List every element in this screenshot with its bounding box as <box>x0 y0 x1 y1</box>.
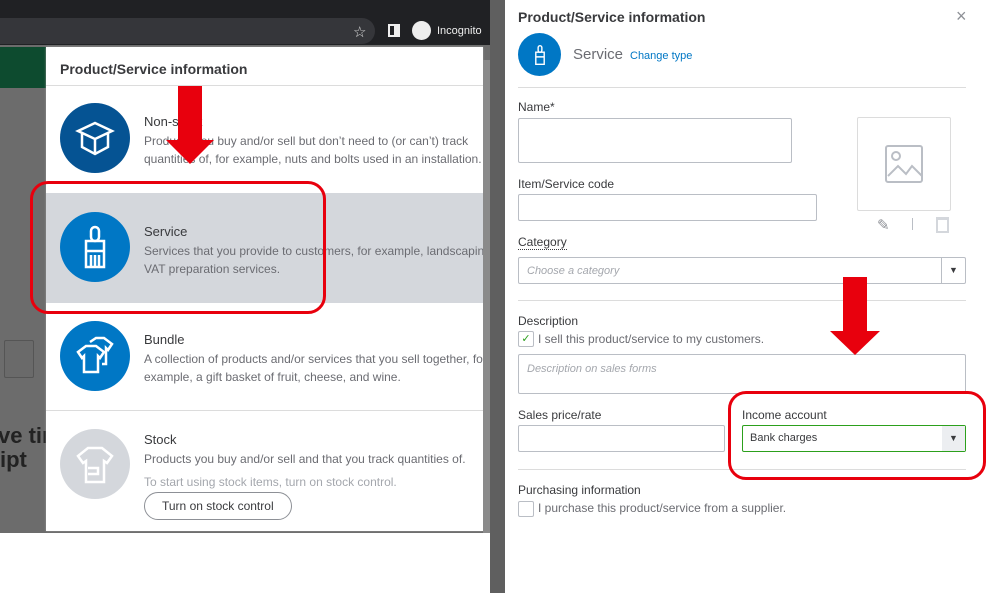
red-arrow-annotation <box>166 86 214 164</box>
red-highlight-box <box>30 181 326 314</box>
red-highlight-box <box>728 391 986 480</box>
red-arrow-annotation <box>830 277 880 355</box>
